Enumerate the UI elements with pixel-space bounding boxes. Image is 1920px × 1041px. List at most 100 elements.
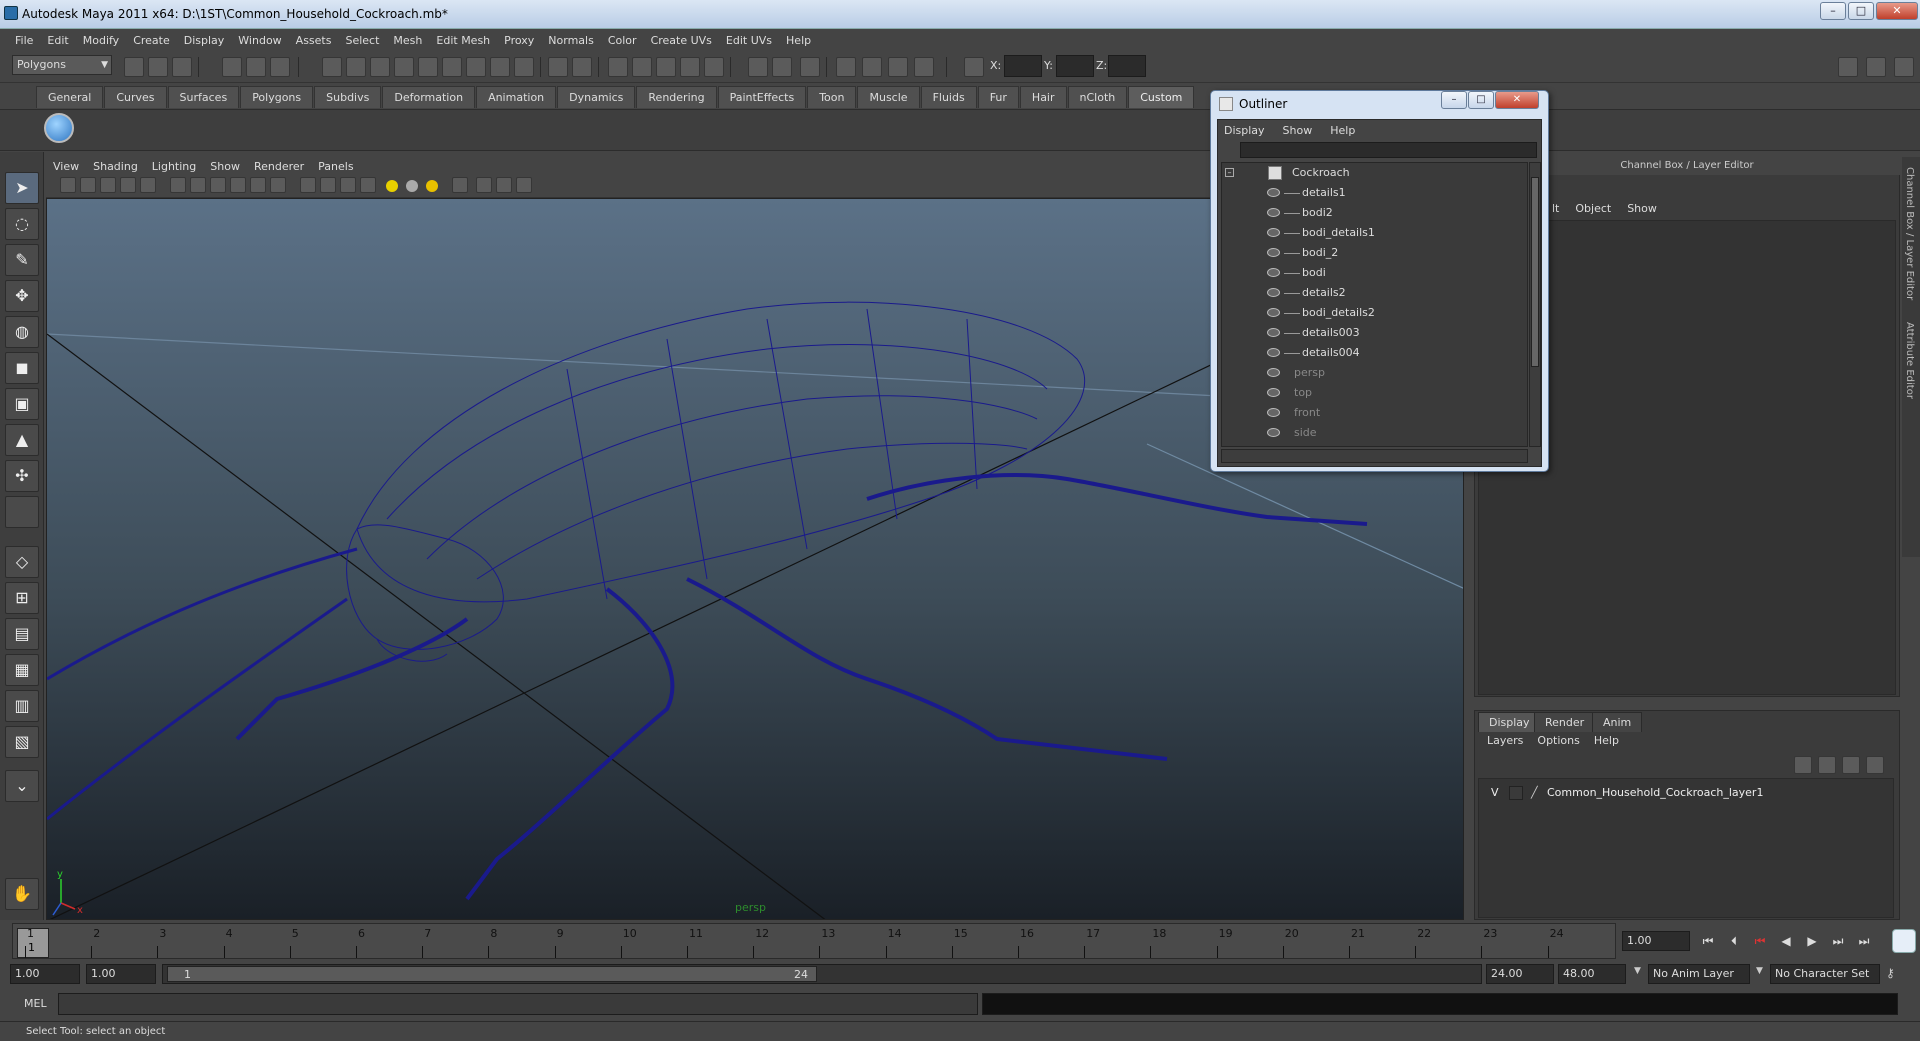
layer-menu-help[interactable]: Help [1587, 734, 1626, 747]
default-lighting-icon[interactable] [386, 180, 398, 192]
hypershade-icon[interactable] [914, 57, 934, 77]
scrollbar-thumb[interactable] [1531, 177, 1539, 367]
outliner-item[interactable]: bodi [1222, 263, 1527, 283]
outliner-maximize-button[interactable]: □ [1468, 91, 1494, 109]
snap-curve-icon[interactable] [632, 57, 652, 77]
tab-hair[interactable]: Hair [1019, 86, 1067, 108]
mel-input[interactable] [58, 993, 978, 1015]
camera-attributes-icon[interactable] [60, 177, 76, 193]
field-chart-icon[interactable] [190, 177, 206, 193]
select-misc-icon[interactable] [490, 57, 510, 77]
universal-manipulator-icon[interactable]: ▣ [5, 388, 39, 420]
range-slider-thumb[interactable]: 1 24 [167, 966, 817, 982]
select-tool-icon[interactable]: ➤ [5, 172, 39, 204]
new-layer-selected-icon[interactable] [1818, 756, 1836, 774]
snap-point-icon[interactable] [656, 57, 676, 77]
persp-graph-layout-icon-2[interactable]: ▧ [5, 726, 39, 758]
layer-visibility-toggle[interactable]: V [1491, 783, 1499, 803]
xray-icon[interactable] [476, 177, 492, 193]
menu-set-selector[interactable]: Polygons ▼ [12, 55, 112, 75]
menu-color[interactable]: Color [601, 34, 644, 47]
channel-box-menu-object[interactable]: Object [1567, 202, 1619, 215]
tab-dynamics[interactable]: Dynamics [557, 86, 636, 108]
outliner-item-root[interactable]: – Cockroach [1222, 163, 1527, 183]
output-ops-icon[interactable] [772, 57, 792, 77]
safe-action-icon[interactable] [210, 177, 226, 193]
step-forward-icon[interactable]: ⏭ [1828, 931, 1848, 951]
isolate-select-icon[interactable] [452, 177, 468, 193]
menu-proxy[interactable]: Proxy [497, 34, 541, 47]
tab-surfaces[interactable]: Surfaces [167, 86, 240, 108]
all-lights-icon[interactable] [406, 180, 418, 192]
menu-edit-uvs[interactable]: Edit UVs [719, 34, 779, 47]
soft-modification-icon[interactable]: ▲ [5, 424, 39, 456]
save-scene-icon[interactable] [172, 57, 192, 77]
show-manipulator-icon[interactable]: ✣ [5, 460, 39, 492]
wireframe-on-shaded-icon[interactable] [340, 177, 356, 193]
hud-toggle-icon[interactable] [270, 177, 286, 193]
make-live-icon[interactable] [704, 57, 724, 77]
toolbox-bottom-icon[interactable]: ✋ [5, 878, 39, 910]
snap-view-plane-icon[interactable] [680, 57, 700, 77]
time-slider[interactable]: 1 1 2 3 4 5 6 7 8 9 10 11 12 13 14 15 16 17 18 19 20 21 22 23 2… [12, 923, 1616, 959]
chevron-down-icon[interactable]: ▼ [1756, 966, 1763, 976]
open-scene-icon[interactable] [148, 57, 168, 77]
input-ops-icon[interactable] [748, 57, 768, 77]
rotate-tool-icon[interactable]: ◍ [5, 316, 39, 348]
menu-assets[interactable]: Assets [289, 34, 339, 47]
menu-select[interactable]: Select [338, 34, 386, 47]
channel-box-menu-show[interactable]: Show [1619, 202, 1665, 215]
menu-edit-mesh[interactable]: Edit Mesh [429, 34, 497, 47]
construction-history-icon[interactable] [800, 57, 820, 77]
select-dynamic-icon[interactable] [442, 57, 462, 77]
viewport-menu-renderer[interactable]: Renderer [247, 160, 311, 173]
tab-general[interactable]: General [36, 86, 104, 108]
tab-toon[interactable]: Toon [807, 86, 857, 108]
move-tool-icon[interactable]: ✥ [5, 280, 39, 312]
film-gate-icon[interactable] [120, 177, 136, 193]
four-view-layout-icon[interactable]: ⊞ [5, 582, 39, 614]
end-time-field[interactable]: 48.00 [1558, 964, 1626, 984]
tab-rendering[interactable]: Rendering [636, 86, 717, 108]
outliner-camera-item[interactable]: front [1222, 403, 1527, 423]
toggle-channelbox-icon[interactable] [1866, 57, 1886, 77]
select-joint-icon[interactable] [346, 57, 366, 77]
tab-render-layers[interactable]: Render [1534, 712, 1596, 732]
help-question-icon[interactable] [514, 57, 534, 77]
new-scene-icon[interactable] [124, 57, 144, 77]
smooth-shade-icon[interactable] [320, 177, 336, 193]
layer-options-icon[interactable] [1842, 756, 1860, 774]
checkmark-icon[interactable] [44, 113, 74, 143]
layout-more-icon[interactable]: ⌄ [5, 770, 39, 802]
safe-title-icon[interactable] [230, 177, 246, 193]
chevron-down-icon[interactable]: ▼ [1634, 966, 1641, 976]
side-tab-channel-box[interactable]: Channel Box / Layer Editor [1904, 167, 1915, 300]
highlight-selection-icon[interactable] [572, 57, 592, 77]
persp-hypergraph-layout-icon[interactable]: ▥ [5, 690, 39, 722]
camera-bookmark-icon[interactable] [80, 177, 96, 193]
persp-graph-layout-icon[interactable]: ▦ [5, 654, 39, 686]
auto-key-icon[interactable] [1892, 929, 1916, 953]
outliner-close-button[interactable]: ✕ [1495, 91, 1539, 109]
select-object-icon[interactable] [246, 57, 266, 77]
playback-start-field[interactable]: 1.00 [86, 964, 156, 984]
tab-display-layers[interactable]: Display [1478, 712, 1541, 732]
menu-create[interactable]: Create [126, 34, 177, 47]
x-field[interactable] [1004, 55, 1042, 77]
maximize-button[interactable]: □ [1848, 2, 1874, 20]
persp-outliner-layout-icon[interactable]: ▤ [5, 618, 39, 650]
backface-culling-icon[interactable] [516, 177, 532, 193]
tab-muscle[interactable]: Muscle [857, 86, 920, 108]
layer-add-icon[interactable] [1866, 756, 1884, 774]
outliner-filter-field[interactable] [1240, 142, 1537, 158]
menu-display[interactable]: Display [177, 34, 232, 47]
wireframe-mode-icon[interactable] [300, 177, 316, 193]
go-to-end-icon[interactable]: ⏭ [1854, 931, 1874, 951]
menu-help[interactable]: Help [779, 34, 818, 47]
outliner-item[interactable]: bodi_details2 [1222, 303, 1527, 323]
single-perspective-layout-icon[interactable]: ◇ [5, 546, 39, 578]
close-button[interactable]: ✕ [1876, 2, 1918, 20]
outliner-horizontal-scrollbar[interactable] [1221, 449, 1528, 463]
y-field[interactable] [1056, 55, 1094, 77]
select-hierarchy-icon[interactable] [222, 57, 242, 77]
